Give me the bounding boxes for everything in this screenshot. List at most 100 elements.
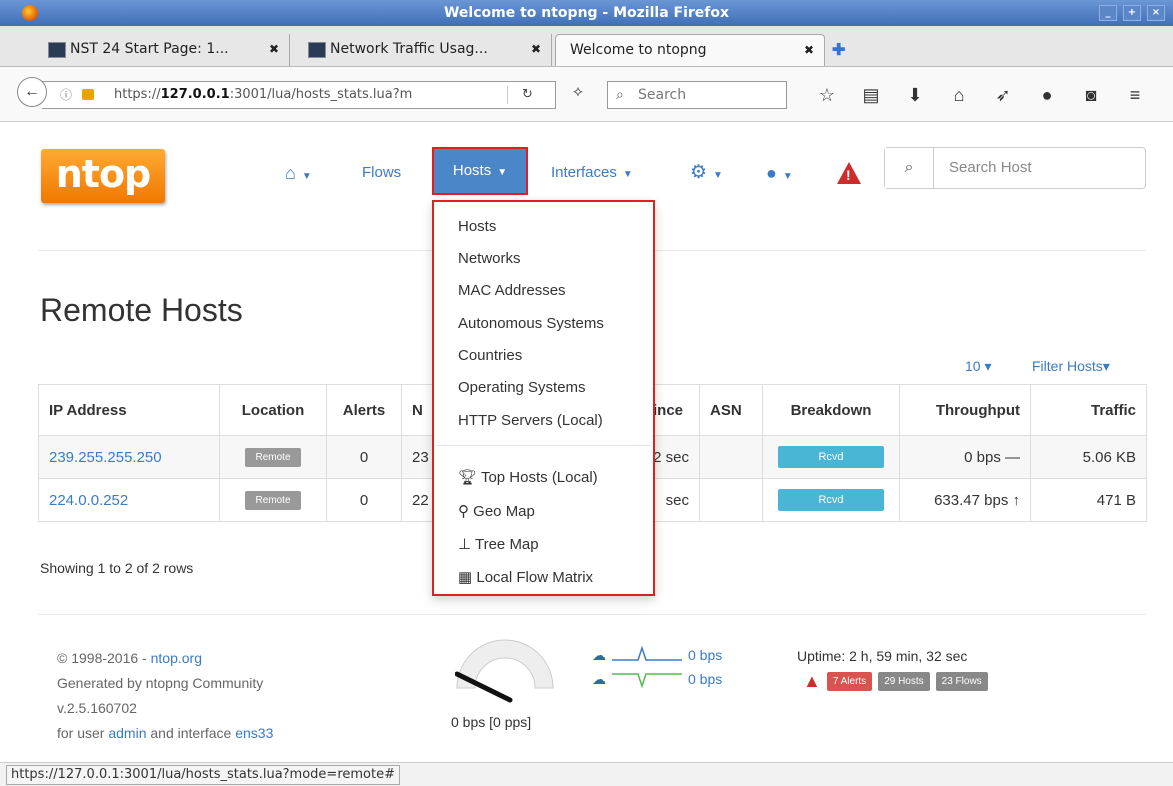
page-size-dropdown[interactable]: 10 ▾ — [965, 358, 992, 375]
maximize-button[interactable]: + — [1123, 5, 1141, 21]
window-controls: _ + × — [1099, 5, 1165, 21]
menu-item-networks[interactable]: Networks — [458, 250, 521, 267]
browser-navbar: ⓘ https://127.0.0.1:3001/lua/hosts_stats… — [0, 67, 1173, 122]
menu-item-countries[interactable]: Countries — [458, 347, 522, 364]
page-content: ntop ⌂ ▼ Flows Hosts ▼ Interfaces ▼ ⚙ ▼ ● ▼ !… — [0, 122, 1173, 762]
menu-item-local-flow-matrix[interactable]: ▦ Local Flow Matrix — [458, 568, 593, 586]
download-icon[interactable]: ⬇ — [893, 81, 937, 109]
breakdown-cell: Rcvd — [762, 478, 900, 522]
hosts-menu-button[interactable]: Hosts ▼ — [432, 147, 528, 195]
settings-menu[interactable]: ⚙ ▼ — [690, 149, 723, 197]
interfaces-menu[interactable]: Interfaces ▼ — [551, 149, 633, 197]
window-titlebar: Welcome to ntopng - Mozilla Firefox _ + … — [0, 0, 1173, 26]
tab-label: Network Traffic Usag... — [330, 41, 488, 57]
menu-item-top-hosts[interactable]: 🏆︎ Top Hosts (Local) — [458, 468, 598, 486]
gear-icon: ⚙ — [690, 162, 708, 183]
send-icon[interactable]: ➶ — [981, 81, 1025, 109]
tracking-icon[interactable]: ⟡ — [573, 83, 583, 100]
caret-down-icon: ▼ — [782, 171, 793, 182]
tab-nst-start[interactable]: NST 24 Start Page: 1... ✖ — [40, 34, 290, 66]
tab-bar: NST 24 Start Page: 1... ✖ Network Traffi… — [0, 26, 1173, 67]
close-tab-icon[interactable]: ✖ — [804, 35, 814, 65]
ntop-logo[interactable]: ntop — [41, 149, 165, 203]
browser-toolbar-icons: ☆ ▤ ⬇ ⌂ ➶ ● ◙ ≡ — [805, 81, 1157, 109]
menu-item-http-servers[interactable]: HTTP Servers (Local) — [458, 412, 603, 429]
tab-network-traffic[interactable]: Network Traffic Usag... ✖ — [300, 34, 552, 66]
flows-link[interactable]: Flows — [362, 149, 401, 197]
status-url: https://127.0.0.1:3001/lua/hosts_stats.l… — [6, 765, 400, 785]
ip-address-link[interactable]: 239.255.255.250 — [38, 435, 220, 479]
alert-icon[interactable]: ! — [837, 162, 861, 184]
search-host-input[interactable]: ⌕ Search Host — [884, 147, 1146, 189]
ntop-org-link[interactable]: ntop.org — [151, 650, 202, 666]
tab-ntopng[interactable]: Welcome to ntopng ✖ — [555, 34, 825, 66]
col-ip-address[interactable]: IP Address — [38, 384, 220, 436]
tab-label: NST 24 Start Page: 1... — [70, 41, 229, 57]
url-bar[interactable]: ⓘ https://127.0.0.1:3001/lua/hosts_stats… — [42, 81, 556, 109]
alerts-badge[interactable]: 7 Alerts — [826, 672, 873, 691]
throughput-cell: 633.47 bps ↑ — [899, 478, 1031, 522]
caret-down-icon: ▼ — [622, 169, 633, 180]
alert-icon[interactable]: ▲ — [803, 671, 821, 692]
close-tab-icon[interactable]: ✖ — [269, 34, 279, 64]
divider — [38, 614, 1146, 615]
menu-icon[interactable]: ≡ — [1113, 81, 1157, 109]
download-rate: ☁ 0 bps — [592, 670, 723, 688]
search-icon: ⌕ — [616, 87, 624, 103]
menu-item-mac-addresses[interactable]: MAC Addresses — [458, 282, 566, 299]
menu-item-geo-map[interactable]: ⚲ Geo Map — [458, 502, 535, 520]
alerts-cell: 0 — [326, 435, 402, 479]
new-tab-icon[interactable]: ✚ — [832, 40, 845, 60]
flows-badge[interactable]: 23 Flows — [935, 672, 988, 691]
firefox-icon — [22, 5, 38, 21]
ip-address-link[interactable]: 224.0.0.252 — [38, 478, 220, 522]
filter-hosts-dropdown[interactable]: Filter Hosts▾ — [1032, 358, 1110, 375]
col-throughput[interactable]: Throughput — [899, 384, 1031, 436]
url-text[interactable]: https://127.0.0.1:3001/lua/hosts_stats.l… — [114, 82, 479, 108]
reload-icon[interactable]: ↻ — [522, 82, 533, 108]
hosts-badge[interactable]: 29 Hosts — [878, 672, 930, 691]
uptime: Uptime: 2 h, 59 min, 32 sec — [797, 648, 968, 664]
close-window-button[interactable]: × — [1147, 5, 1165, 21]
traffic-cell: 471 B — [1030, 478, 1147, 522]
pocket-icon[interactable]: ◙ — [1069, 81, 1113, 109]
alerts-cell: 0 — [326, 478, 402, 522]
menu-item-operating-systems[interactable]: Operating Systems — [458, 379, 586, 396]
caret-down-icon: ▼ — [301, 171, 312, 182]
interface-link[interactable]: ens33 — [235, 725, 273, 741]
col-asn[interactable]: ASN — [699, 384, 763, 436]
home-icon[interactable]: ⌂ — [937, 81, 981, 109]
location-cell: Remote — [219, 435, 327, 479]
upload-cloud-icon: ☁ — [592, 646, 606, 663]
tab-label: Welcome to ntopng — [570, 42, 707, 58]
chat-icon[interactable]: ● — [1025, 81, 1069, 109]
trophy-icon: 🏆︎ — [458, 469, 478, 486]
info-icon[interactable]: ⓘ — [60, 82, 72, 108]
reader-list-icon[interactable]: ▤ — [849, 81, 893, 109]
footer-badges: ▲ 7 Alerts 29 Hosts 23 Flows — [803, 671, 988, 692]
user-link[interactable]: admin — [108, 725, 146, 741]
col-traffic[interactable]: Traffic — [1030, 384, 1147, 436]
col-location[interactable]: Location — [219, 384, 327, 436]
user-menu[interactable]: ● ▼ — [766, 149, 793, 197]
col-breakdown[interactable]: Breakdown — [762, 384, 900, 436]
browser-statusbar: https://127.0.0.1:3001/lua/hosts_stats.l… — [0, 762, 1173, 786]
hosts-dropdown-menu: Hosts Networks MAC Addresses Autonomous … — [432, 200, 655, 596]
home-menu[interactable]: ⌂ ▼ — [285, 149, 312, 197]
home-icon: ⌂ — [285, 163, 296, 183]
nst-favicon — [308, 42, 326, 58]
rcvd-bar: Rcvd — [778, 489, 884, 511]
menu-item-autonomous-systems[interactable]: Autonomous Systems — [458, 315, 604, 332]
menu-item-hosts[interactable]: Hosts — [458, 218, 496, 235]
location-cell: Remote — [219, 478, 327, 522]
browser-search-input[interactable]: ⌕ Search — [607, 81, 787, 109]
menu-item-tree-map[interactable]: ⊥ Tree Map — [458, 535, 539, 553]
back-button[interactable]: ← — [17, 77, 47, 107]
minimize-button[interactable]: _ — [1099, 5, 1117, 21]
bookmark-star-icon[interactable]: ☆ — [805, 81, 849, 109]
close-tab-icon[interactable]: ✖ — [531, 34, 541, 64]
upload-rate: ☁ 0 bps — [592, 646, 723, 663]
sitemap-icon: ⊥ — [458, 536, 472, 553]
window-title: Welcome to ntopng - Mozilla Firefox — [443, 5, 730, 21]
col-alerts[interactable]: Alerts — [326, 384, 402, 436]
